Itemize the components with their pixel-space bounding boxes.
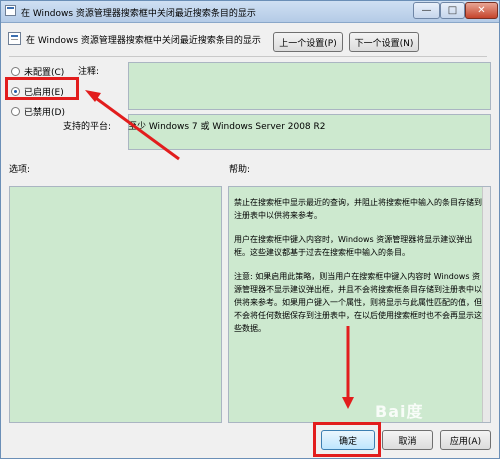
annotation-arrows — [85, 90, 354, 409]
arrow-to-enabled — [92, 94, 180, 161]
dialog-window: 在 Windows 资源管理器搜索框中关闭最近搜索条目的显示 — □ ✕ 在 W… — [0, 0, 500, 459]
arrowhead-ok — [342, 397, 354, 409]
